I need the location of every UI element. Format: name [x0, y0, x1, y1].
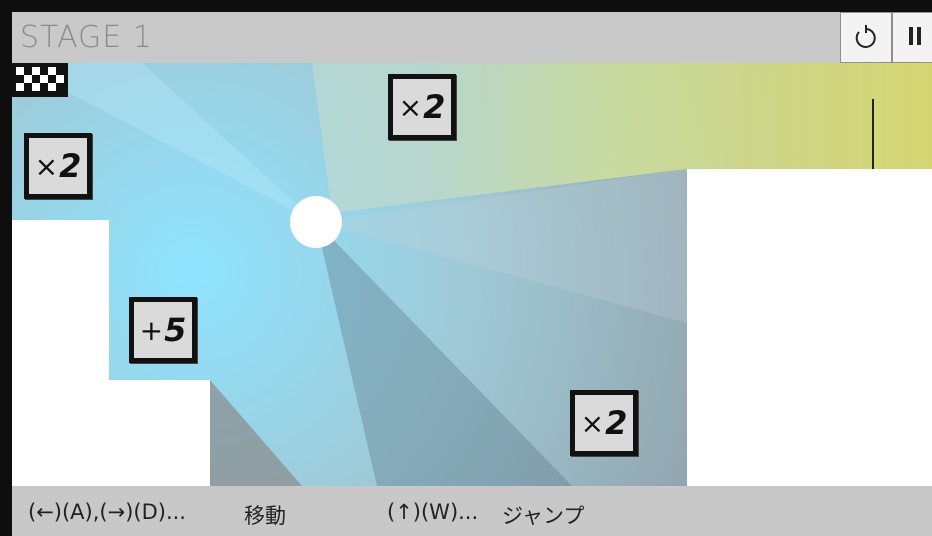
stage-title: STAGE 1	[20, 20, 153, 55]
game-area: × 2 × 2 +5 × 2	[12, 63, 932, 486]
restart-icon	[855, 24, 876, 48]
level-map	[12, 63, 932, 486]
move-keys-hint: (←)(A),(→)(D)...	[28, 500, 186, 524]
controls-bar: (←)(A),(→)(D)... 移動 (↑)(W)... ジャンプ	[12, 486, 932, 536]
pause-icon	[907, 26, 923, 49]
player-ball	[290, 196, 342, 248]
checkered-flag-icon	[12, 63, 68, 97]
tile-x2-top-center: × 2	[388, 74, 456, 140]
jump-keys-hint: (↑)(W)...	[387, 500, 479, 524]
game-frame: STAGE 1 × 2 × 2 + 5 × 2 (←)(A),(→)(D)...…	[12, 12, 932, 536]
header-bar: STAGE 1	[12, 12, 932, 64]
tile-x2-top-left: × 2	[24, 133, 92, 199]
jump-label: ジャンプ	[502, 504, 585, 528]
pause-button[interactable]	[892, 12, 932, 63]
tile-plus5: +5	[129, 297, 197, 363]
move-label: 移動	[244, 504, 286, 528]
tile-x2-bottom-right: × 2	[570, 390, 638, 456]
restart-button[interactable]	[840, 12, 892, 63]
